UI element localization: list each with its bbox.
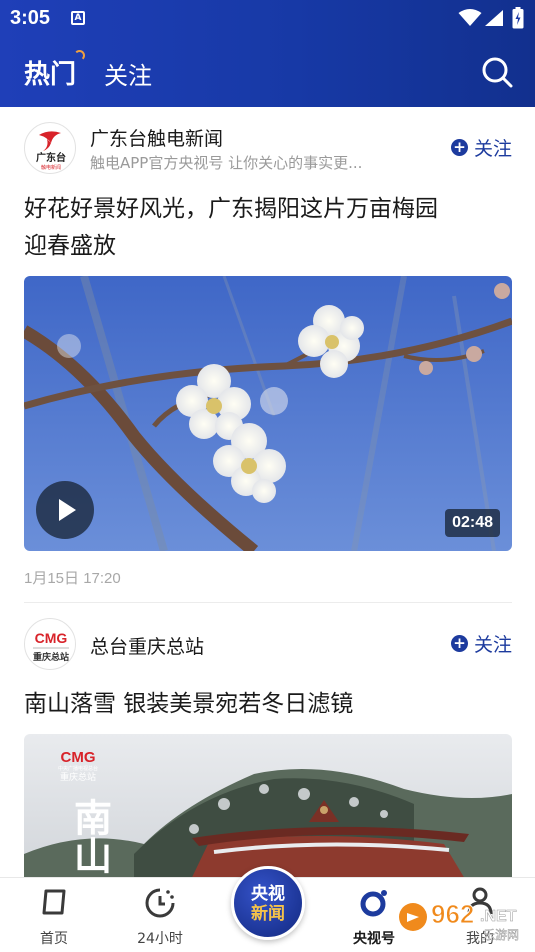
follow-button[interactable]: + 关注 — [450, 134, 512, 160]
nav-24h[interactable]: 24小时 — [120, 878, 200, 952]
post-title[interactable]: 好花好景好风光，广东揭阳这片万亩梅园 迎春盛放 — [24, 191, 512, 265]
wifi-icon — [458, 9, 482, 26]
cctv-news-button[interactable]: 央视 新闻 — [231, 866, 305, 940]
cover-brand-sub: 中央广播电视总台 — [58, 765, 98, 772]
post-title-line: 迎春盛放 — [24, 233, 116, 259]
post-title-line: 好花好景好风光，广东揭阳这片万亩梅园 — [24, 196, 438, 222]
clock-icon — [145, 888, 175, 918]
play-button[interactable] — [36, 481, 94, 539]
nav-home[interactable]: 首页 — [14, 878, 94, 952]
news-feed[interactable]: 广东台 触电新闻 广东台触电新闻 触电APP官方央视号 让你关心的事实更... … — [0, 107, 535, 877]
post-title[interactable]: 南山落雪 银装美景宛若冬日滤镜 — [24, 686, 512, 723]
snowy-temple-image: CMG 中央广播电视总台 重庆总站 南山 — [24, 734, 512, 877]
post-cover-image[interactable]: CMG 中央广播电视总台 重庆总站 南山 — [24, 734, 512, 877]
active-tab-mark — [74, 50, 85, 61]
avatar-text: CMG — [35, 630, 68, 646]
avatar-subtext: 重庆总站 — [33, 651, 69, 663]
watermark-text: 962 — [431, 899, 474, 929]
post-author-row: CMG 重庆总站 总台重庆总站 + 关注 — [24, 618, 512, 672]
status-bar: 3:05 A — [0, 0, 535, 36]
author-description: 触电APP官方央视号 让你关心的事实更... — [90, 154, 363, 172]
cellular-icon — [485, 10, 503, 26]
post-divider — [24, 602, 512, 603]
avatar-subtext: 触电新闻 — [41, 164, 61, 171]
tab-following[interactable]: 关注 — [104, 56, 152, 91]
follow-label: 关注 — [473, 137, 512, 160]
cover-brand-station: 重庆总站 — [60, 771, 96, 783]
author-avatar[interactable]: CMG 重庆总站 — [24, 618, 76, 670]
gdtv-logo-icon: 广东台 触电新闻 — [36, 131, 66, 171]
nav-24h-label: 24小时 — [137, 931, 183, 947]
post-timestamp: 1月15日 17:20 — [24, 570, 121, 587]
app-header: 热门 关注 — [0, 36, 535, 107]
cctv-news-line2: 新闻 — [251, 904, 285, 924]
nav-home-label: 首页 — [40, 931, 68, 947]
cmg-logo-icon: CMG 重庆总站 — [33, 630, 69, 663]
plum-blossom-image — [24, 276, 512, 551]
video-duration: 02:48 — [445, 509, 500, 537]
author-name[interactable]: 总台重庆总站 — [90, 632, 204, 659]
watermark-suffix: .NET — [480, 908, 517, 925]
video-thumbnail[interactable]: 02:48 — [24, 276, 512, 551]
status-time: 3:05 — [10, 7, 51, 29]
tab-hot[interactable]: 热门 — [24, 54, 76, 91]
plus-icon: + — [450, 634, 468, 652]
ring-icon — [360, 890, 387, 917]
cover-calligraphy: 南山 — [68, 798, 113, 874]
site-watermark: 962 .NET 乐游网 — [399, 899, 519, 942]
notification-icon: A — [71, 11, 85, 25]
cctv-news-line1: 央视 — [251, 884, 285, 904]
author-avatar[interactable]: 广东台 触电新闻 — [24, 122, 76, 174]
home-icon — [42, 889, 66, 915]
post-author-row: 广东台 触电新闻 广东台触电新闻 触电APP官方央视号 让你关心的事实更... … — [24, 122, 512, 176]
follow-button[interactable]: + 关注 — [450, 630, 512, 656]
search-icon[interactable] — [480, 55, 514, 89]
plus-icon: + — [450, 138, 468, 156]
cover-brand: CMG — [61, 749, 96, 766]
battery-icon — [512, 7, 524, 29]
watermark-sub: 乐游网 — [483, 928, 519, 942]
avatar-text: 广东台 — [36, 151, 66, 164]
top-bar: 3:05 A 热门 关注 — [0, 0, 535, 107]
author-name[interactable]: 广东台触电新闻 — [90, 124, 223, 151]
follow-label: 关注 — [473, 633, 512, 656]
